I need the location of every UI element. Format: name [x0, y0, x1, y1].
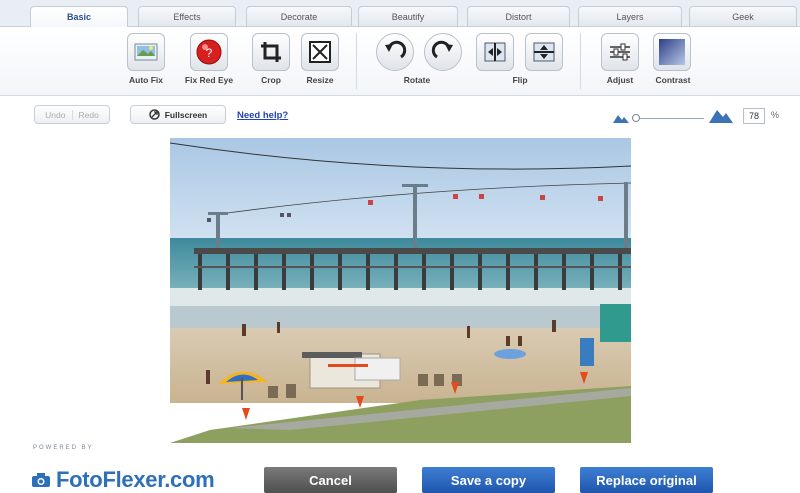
red-eye-icon: ? [196, 39, 222, 65]
camera-icon [32, 473, 50, 487]
rotate-right-icon [431, 40, 453, 59]
tab-basic[interactable]: Basic [30, 6, 128, 27]
crop-button[interactable] [252, 33, 290, 71]
fix-red-eye-label: Fix Red Eye [184, 75, 234, 85]
need-help-link[interactable]: Need help? [237, 110, 288, 121]
undo-button[interactable]: Undo [39, 109, 73, 120]
zoom-unit: % [771, 110, 780, 120]
flip-horizontal-button[interactable] [476, 33, 514, 71]
toolbar-separator [356, 33, 357, 89]
tab-label: Beautify [391, 11, 425, 22]
tab-distort[interactable]: Distort [467, 6, 570, 26]
tab-label: Layers [616, 11, 644, 22]
tab-geek[interactable]: Geek [689, 6, 797, 26]
auto-fix-button[interactable] [127, 33, 165, 71]
contrast-label: Contrast [655, 75, 691, 85]
adjust-button[interactable] [601, 33, 639, 71]
auto-fix-icon [134, 43, 158, 61]
tab-label: Effects [173, 11, 201, 22]
tab-label: Geek [732, 11, 754, 22]
fullscreen-label: Fullscreen [164, 109, 208, 120]
zoom-out-mountain-icon[interactable] [612, 112, 630, 124]
crop-label: Crop [261, 75, 281, 85]
sliders-icon [610, 43, 630, 61]
rotate-label: Rotate [403, 75, 431, 85]
tab-bar: Basic Effects Decorate Beautify Distort … [0, 0, 800, 27]
fix-red-eye-button[interactable]: ? [190, 33, 228, 71]
svg-text:?: ? [206, 46, 213, 60]
redo-button[interactable]: Redo [73, 110, 105, 120]
flip-label: Flip [512, 75, 528, 85]
tab-label: Basic [66, 12, 92, 22]
flip-horizontal-icon [484, 42, 506, 62]
tab-beautify[interactable]: Beautify [358, 6, 458, 26]
save-copy-button[interactable]: Save a copy [422, 467, 555, 493]
crop-icon [261, 42, 281, 62]
brand-text: FotoFlexer.com [56, 467, 215, 492]
beach-pier-photo [170, 138, 631, 443]
auto-fix-label: Auto Fix [129, 75, 163, 85]
fullscreen-icon [148, 109, 160, 120]
resize-label: Resize [306, 75, 334, 85]
resize-button[interactable] [301, 33, 339, 71]
replace-original-button[interactable]: Replace original [580, 467, 713, 493]
toolbar-separator [580, 33, 581, 89]
tab-decorate[interactable]: Decorate [246, 6, 352, 26]
cancel-button[interactable]: Cancel [264, 467, 397, 493]
contrast-icon [659, 39, 685, 65]
rotate-right-button[interactable] [424, 33, 462, 71]
adjust-label: Adjust [606, 75, 634, 85]
flip-vertical-icon [533, 42, 555, 62]
tab-label: Decorate [280, 11, 318, 22]
photo-canvas[interactable] [170, 138, 631, 443]
contrast-button[interactable] [653, 33, 691, 71]
powered-by-label: POWERED BY [33, 445, 94, 451]
rotate-left-icon [385, 40, 407, 59]
flip-vertical-button[interactable] [525, 33, 563, 71]
fullscreen-button[interactable]: Fullscreen [130, 105, 226, 124]
zoom-value-input[interactable]: 78 [743, 108, 765, 124]
zoom-slider-track[interactable] [632, 118, 704, 119]
rotate-left-button[interactable] [376, 33, 414, 71]
tab-layers[interactable]: Layers [578, 6, 682, 26]
undo-redo-group: Undo Redo [34, 105, 110, 124]
tab-effects[interactable]: Effects [138, 6, 236, 26]
zoom-in-mountain-icon[interactable] [708, 107, 734, 124]
tab-label: Distort [505, 11, 532, 22]
resize-icon [309, 41, 331, 63]
zoom-slider-handle[interactable] [632, 114, 640, 122]
tool-toolbar: Auto Fix ? Fix Red Eye Crop Resize Rotat… [0, 27, 800, 96]
fotoflexer-logo[interactable]: FotoFlexer.com [31, 467, 215, 492]
